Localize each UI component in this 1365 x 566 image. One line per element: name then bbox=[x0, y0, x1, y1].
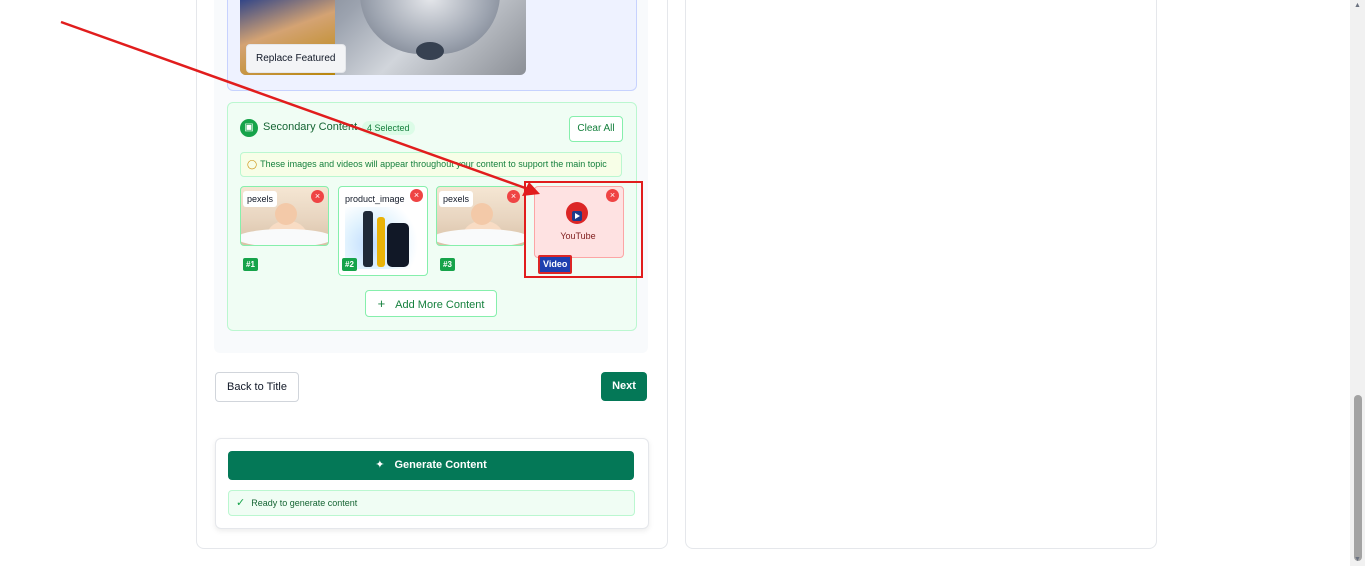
close-icon[interactable]: × bbox=[507, 190, 520, 203]
plus-icon: + bbox=[377, 296, 386, 311]
sparkles-icon: ✦ bbox=[375, 459, 385, 471]
scrollbar-thumb[interactable] bbox=[1354, 395, 1362, 561]
product-filter bbox=[363, 211, 373, 267]
image-icon: ▣ bbox=[240, 119, 258, 137]
item-index-badge: #1 bbox=[243, 258, 258, 271]
clear-all-button[interactable]: Clear All bbox=[569, 116, 623, 142]
lightbulb-icon: ◯ bbox=[247, 159, 258, 169]
hint-text: These images and videos will appear thro… bbox=[260, 159, 607, 169]
item-index-badge: #3 bbox=[440, 258, 455, 271]
ready-text: Ready to generate content bbox=[251, 498, 358, 508]
close-icon[interactable]: × bbox=[410, 189, 423, 202]
add-more-label: Add More Content bbox=[395, 299, 485, 311]
secondary-hint: ◯ These images and videos will appear thr… bbox=[240, 152, 622, 177]
highlight-box bbox=[524, 181, 643, 278]
generate-content-button[interactable]: ✦ Generate Content bbox=[228, 451, 634, 480]
close-icon[interactable]: × bbox=[311, 190, 324, 203]
thumb-image bbox=[471, 203, 493, 225]
item-index-badge: #2 bbox=[342, 258, 357, 271]
replace-featured-button[interactable]: Replace Featured bbox=[246, 44, 346, 73]
scroll-up-icon[interactable]: ▲ bbox=[1354, 2, 1361, 9]
thumb-image bbox=[437, 229, 524, 245]
thumb-image bbox=[241, 229, 328, 245]
add-more-content-button[interactable]: + Add More Content bbox=[365, 290, 497, 317]
next-button[interactable]: Next bbox=[601, 372, 647, 401]
featured-image-drain bbox=[416, 42, 444, 60]
right-card bbox=[685, 0, 1157, 549]
scroll-down-icon[interactable]: ▼ bbox=[1354, 556, 1361, 563]
check-circle-icon: ✓ bbox=[236, 497, 246, 509]
source-label: product_image bbox=[341, 191, 409, 207]
back-to-title-button[interactable]: Back to Title bbox=[215, 372, 299, 402]
secondary-content-title: Secondary Content bbox=[263, 121, 358, 133]
source-label: pexels bbox=[439, 191, 474, 207]
product-filter bbox=[377, 217, 385, 267]
ready-status: ✓ Ready to generate content bbox=[228, 490, 635, 516]
source-label: pexels bbox=[243, 191, 278, 207]
product-unit bbox=[387, 223, 409, 267]
selected-count-badge: 4 Selected bbox=[362, 121, 415, 135]
generate-label: Generate Content bbox=[394, 459, 487, 471]
thumb-image bbox=[275, 203, 297, 225]
